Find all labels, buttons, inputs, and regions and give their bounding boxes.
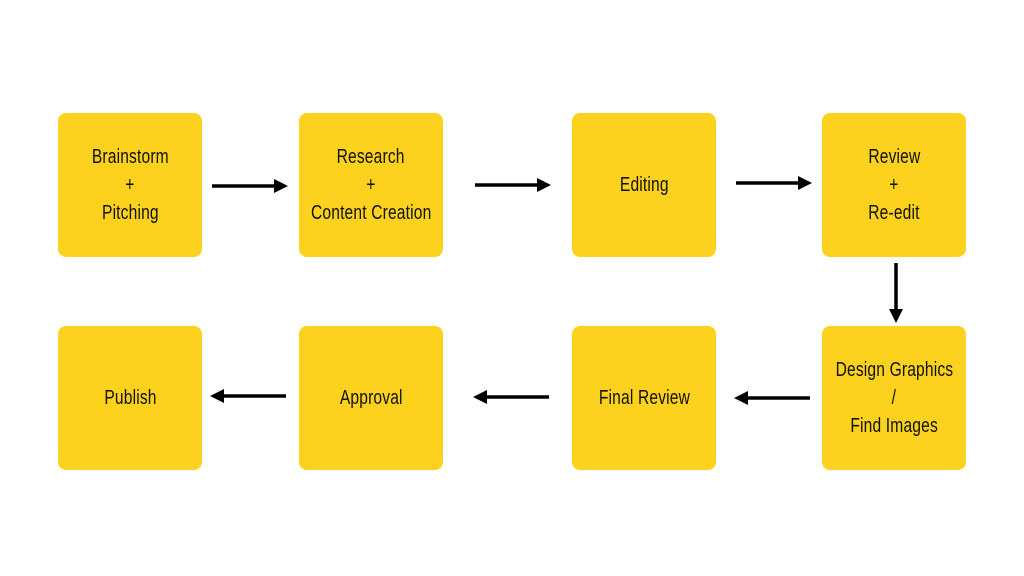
arrows-layer: [210, 176, 903, 405]
